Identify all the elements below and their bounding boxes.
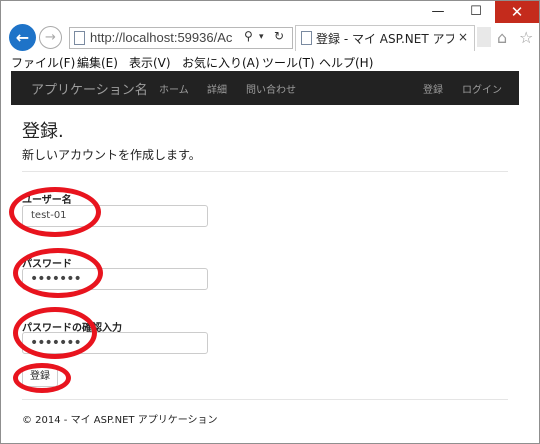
dropdown-icon[interactable]: ▾ [259,32,264,42]
tab-title: 登録 - マイ ASP.NET アプ... [316,32,454,46]
page-subtitle: 新しいアカウントを作成します。 [22,148,201,162]
title-bar: — ☐ ✕ [1,1,539,23]
search-icon[interactable]: ⚲ [244,29,253,43]
back-arrow-icon[interactable]: ← [9,24,36,51]
tab-close-icon[interactable]: × [458,30,468,44]
menu-tools[interactable]: ツール(T) [262,54,315,71]
star-icon[interactable]: ☆ [519,28,533,47]
menu-edit[interactable]: 編集(E) [77,54,118,71]
divider [22,171,508,172]
minimize-button[interactable]: — [419,1,457,23]
nav-login[interactable]: ログイン [462,81,502,96]
url-text[interactable]: http://localhost:59936/Ac [90,30,240,45]
menu-view[interactable]: 表示(V) [129,54,171,71]
refresh-icon[interactable]: ↻ [274,29,284,43]
browser-window: — ☐ ✕ ← → http://localhost:59936/Ac ⚲ ▾ … [0,0,540,444]
menu-favorites[interactable]: お気に入り(A) [182,54,260,71]
menu-help[interactable]: ヘルプ(H) [319,54,373,71]
annotation-ring-password [13,248,103,298]
site-navbar: アプリケーション名 ホーム 詳細 問い合わせ 登録 ログイン [11,71,519,105]
nav-home[interactable]: ホーム [159,81,189,96]
menu-file[interactable]: ファイル(F) [11,54,75,71]
address-bar[interactable]: http://localhost:59936/Ac ⚲ ▾ ↻ [69,27,293,49]
annotation-ring-confirm-password [13,307,97,359]
home-icon[interactable]: ⌂ [497,28,507,47]
new-tab-button[interactable] [477,27,491,47]
annotation-ring-register [13,363,71,393]
footer-divider [22,399,508,400]
nav-register[interactable]: 登録 [423,81,443,96]
nav-about[interactable]: 詳細 [207,81,227,96]
browser-tab[interactable]: 登録 - マイ ASP.NET アプ... × [295,25,475,51]
forward-arrow-icon[interactable]: → [39,26,62,49]
close-window-button[interactable]: ✕ [495,1,539,23]
footer-text: © 2014 - マイ ASP.NET アプリケーション [22,415,218,426]
page-icon [74,31,85,45]
nav-contact[interactable]: 問い合わせ [246,81,296,96]
maximize-button[interactable]: ☐ [457,1,495,23]
tab-page-icon [301,31,312,45]
brand-link[interactable]: アプリケーション名 [31,79,148,98]
page-title: 登録. [22,121,64,142]
menu-bar: ファイル(F) 編集(E) 表示(V) お気に入り(A) ツール(T) ヘルプ(… [1,53,539,71]
address-row: ← → http://localhost:59936/Ac ⚲ ▾ ↻ 登録 -… [1,23,539,53]
annotation-ring-username [9,187,101,237]
